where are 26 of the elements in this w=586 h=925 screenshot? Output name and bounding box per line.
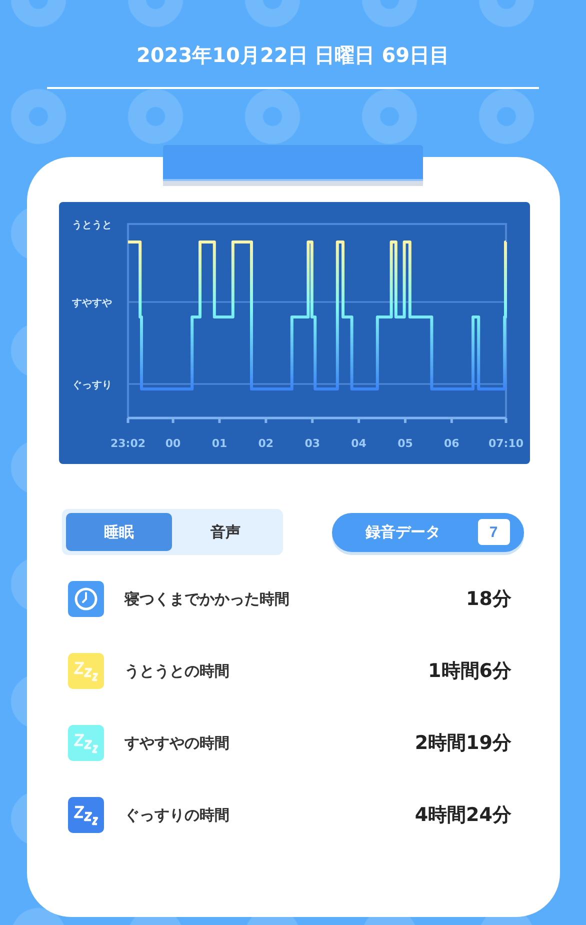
time-label: 07:10 <box>488 437 523 450</box>
time-label: 05 <box>397 437 412 450</box>
view-tab[interactable]: 音声 <box>172 513 278 551</box>
stage-label: うとうと <box>72 220 112 231</box>
stat-value: 1時間6分 <box>428 659 512 684</box>
time-label: 00 <box>164 437 180 450</box>
time-label: 02 <box>258 437 274 450</box>
time-label: 03 <box>304 437 320 450</box>
time-label: 01 <box>211 437 227 450</box>
stat-value: 4時間24分 <box>414 803 512 828</box>
time-label: 23:02 <box>110 437 145 450</box>
stage-label: ぐっすり <box>72 380 112 391</box>
stat-label: うとうとの時間 <box>124 662 230 680</box>
date-title: 2023年10月22日 日曜日 69日目 <box>136 42 450 69</box>
stat-value: 18分 <box>466 587 512 612</box>
stat-value: 2時間19分 <box>414 731 512 756</box>
time-label: 06 <box>444 437 459 450</box>
count-badge: 7 <box>478 519 510 545</box>
recordings-button[interactable]: 録音データ 7 <box>332 512 524 552</box>
view-tab[interactable]: 睡眠 <box>66 513 172 551</box>
stat-label: すやすやの時間 <box>124 734 230 752</box>
stage-label: すやすや <box>72 298 112 309</box>
stat-label: 寝つくまでかかった時間 <box>124 590 290 608</box>
stat-label: ぐっすりの時間 <box>124 806 230 824</box>
time-label: 04 <box>350 437 366 450</box>
recordings-label: 録音データ <box>366 522 440 542</box>
